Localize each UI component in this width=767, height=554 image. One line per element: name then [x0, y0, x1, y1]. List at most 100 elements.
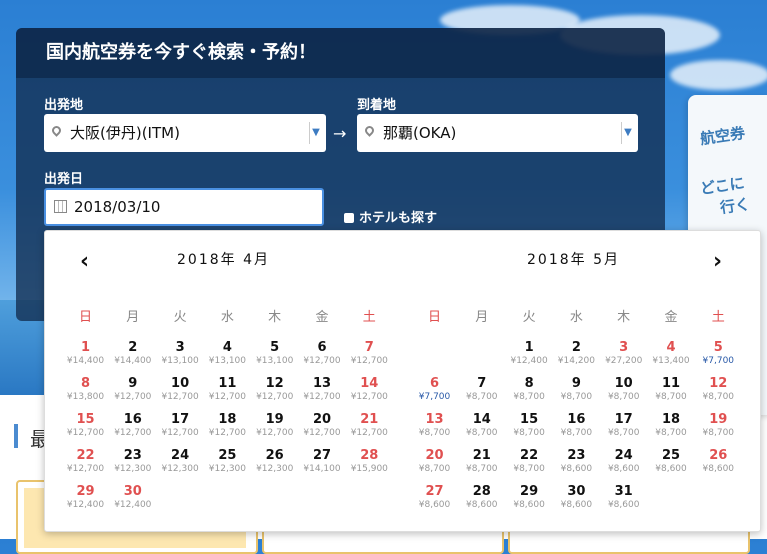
calendar-day[interactable]: 22 ¥8,700 — [506, 449, 553, 475]
calendar-day[interactable]: 19 ¥12,700 — [251, 413, 298, 439]
calendar-day[interactable]: 12 ¥8,700 — [695, 377, 742, 403]
calendar-day[interactable]: 27 ¥8,600 — [411, 485, 458, 511]
weekday-header: 日 — [78, 310, 92, 325]
calendar-day[interactable]: 2 ¥14,400 — [109, 341, 156, 367]
day-price: ¥12,700 — [350, 428, 388, 438]
day-number: 22 — [520, 448, 539, 463]
departure-date-input[interactable]: 2018/03/10 — [44, 188, 324, 226]
day-price: ¥14,100 — [303, 464, 341, 474]
day-number: 28 — [472, 484, 491, 499]
day-price: ¥12,300 — [114, 464, 152, 474]
calendar-day[interactable]: 26 ¥8,600 — [695, 449, 742, 475]
calendar-day[interactable]: 14 ¥12,700 — [346, 377, 393, 403]
calendar-day[interactable]: 17 ¥8,700 — [600, 413, 647, 439]
day-number: 29 — [76, 484, 95, 499]
calendar-day[interactable]: 9 ¥12,700 — [109, 377, 156, 403]
calendar-day[interactable]: 28 ¥15,900 — [346, 449, 393, 475]
day-number: 25 — [218, 448, 237, 463]
calendar-day[interactable]: 20 ¥12,700 — [299, 413, 346, 439]
weekday-header: 木 — [617, 310, 631, 325]
calendar-day[interactable]: 28 ¥8,600 — [458, 485, 505, 511]
calendar-day[interactable]: 5 ¥7,700 — [695, 341, 742, 367]
calendar-day[interactable]: 2 ¥14,200 — [553, 341, 600, 367]
calendar-day[interactable]: 30 ¥8,600 — [553, 485, 600, 511]
day-price: ¥8,700 — [466, 428, 498, 438]
calendar-day[interactable]: 27 ¥14,100 — [299, 449, 346, 475]
day-number: 16 — [567, 412, 586, 427]
location-pin-icon — [50, 124, 63, 137]
calendar-day[interactable]: 10 ¥8,700 — [600, 377, 647, 403]
calendar-day[interactable]: 10 ¥12,700 — [157, 377, 204, 403]
departure-select[interactable]: 大阪(伊丹)(ITM) ▼ — [44, 114, 326, 152]
prev-month-button[interactable]: ‹ — [80, 249, 89, 274]
day-price: ¥12,700 — [350, 356, 388, 366]
calendar-day[interactable]: 12 ¥12,700 — [251, 377, 298, 403]
day-number: 19 — [709, 412, 728, 427]
calendar-day[interactable]: 24 ¥12,300 — [157, 449, 204, 475]
route-arrow: → — [333, 124, 347, 143]
calendar-day[interactable]: 19 ¥8,700 — [695, 413, 742, 439]
calendar-day[interactable]: 7 ¥8,700 — [458, 377, 505, 403]
day-number: 20 — [312, 412, 332, 427]
calendar-day[interactable]: 18 ¥12,700 — [204, 413, 251, 439]
calendar-day[interactable]: 17 ¥12,700 — [157, 413, 204, 439]
calendar-day[interactable]: 1 ¥12,400 — [506, 341, 553, 367]
day-number: 4 — [222, 340, 232, 355]
calendar-day[interactable]: 21 ¥12,700 — [346, 413, 393, 439]
calendar-day[interactable]: 31 ¥8,600 — [600, 485, 647, 511]
day-number: 10 — [171, 376, 190, 391]
calendar-day[interactable]: 8 ¥8,700 — [506, 377, 553, 403]
day-price: ¥8,700 — [655, 428, 687, 438]
departure-label: 出発地 — [44, 98, 84, 113]
calendar-day[interactable]: 9 ¥8,700 — [553, 377, 600, 403]
calendar-day[interactable]: 6 ¥12,700 — [299, 341, 346, 367]
calendar-day[interactable]: 4 ¥13,100 — [204, 341, 251, 367]
calendar-day[interactable]: 26 ¥12,300 — [251, 449, 298, 475]
calendar-day[interactable]: 3 ¥27,200 — [600, 341, 647, 367]
calendar-day[interactable]: 3 ¥13,100 — [157, 341, 204, 367]
day-number: 24 — [614, 448, 633, 463]
date-value: 2018/03/10 — [74, 198, 161, 216]
day-price: ¥12,700 — [303, 428, 341, 438]
day-price: ¥8,700 — [560, 428, 593, 438]
calendar-day[interactable]: 24 ¥8,600 — [600, 449, 647, 475]
calendar-day[interactable]: 11 ¥12,700 — [204, 377, 251, 403]
calendar-day[interactable]: 25 ¥8,600 — [648, 449, 695, 475]
calendar-day[interactable]: 29 ¥8,600 — [506, 485, 553, 511]
calendar-day[interactable]: 16 ¥8,700 — [553, 413, 600, 439]
day-price: ¥8,700 — [560, 392, 593, 402]
calendar-day[interactable]: 23 ¥8,600 — [553, 449, 600, 475]
calendar-day[interactable]: 1 ¥14,400 — [62, 341, 109, 367]
calendar-day[interactable]: 22 ¥12,700 — [62, 449, 109, 475]
day-price: ¥12,400 — [510, 356, 548, 366]
next-month-button[interactable]: › — [713, 249, 722, 274]
checkbox-icon[interactable] — [344, 213, 354, 223]
day-number: 15 — [76, 412, 95, 427]
day-price: ¥8,600 — [418, 500, 451, 510]
calendar-day[interactable]: 5 ¥13,100 — [251, 341, 298, 367]
calendar-day[interactable]: 23 ¥12,300 — [109, 449, 156, 475]
calendar-day[interactable]: 13 ¥8,700 — [411, 413, 458, 439]
calendar-day[interactable]: 11 ¥8,700 — [648, 377, 695, 403]
day-price: ¥8,700 — [418, 428, 451, 438]
weekday-header: 火 — [522, 310, 536, 325]
day-number: 23 — [567, 448, 586, 463]
calendar-day[interactable]: 25 ¥12,300 — [204, 449, 251, 475]
calendar-day[interactable]: 29 ¥12,400 — [62, 485, 109, 511]
calendar-day[interactable]: 4 ¥13,400 — [648, 341, 695, 367]
calendar-day[interactable]: 16 ¥12,700 — [109, 413, 156, 439]
calendar-day[interactable]: 8 ¥13,800 — [62, 377, 109, 403]
calendar-day[interactable]: 20 ¥8,700 — [411, 449, 458, 475]
arrival-select[interactable]: 那覇(OKA) ▼ — [357, 114, 638, 152]
calendar-day[interactable]: 15 ¥12,700 — [62, 413, 109, 439]
calendar-day[interactable]: 7 ¥12,700 — [346, 341, 393, 367]
calendar-day[interactable]: 13 ¥12,700 — [299, 377, 346, 403]
calendar-day[interactable]: 15 ¥8,700 — [506, 413, 553, 439]
day-price: ¥8,600 — [607, 500, 640, 510]
calendar-day[interactable]: 14 ¥8,700 — [458, 413, 505, 439]
calendar-day[interactable]: 18 ¥8,700 — [648, 413, 695, 439]
calendar-day[interactable]: 21 ¥8,700 — [458, 449, 505, 475]
calendar-day[interactable]: 30 ¥12,400 — [109, 485, 156, 511]
hotel-checkbox[interactable]: ホテルも探す — [344, 207, 437, 226]
calendar-day[interactable]: 6 ¥7,700 — [411, 377, 458, 403]
